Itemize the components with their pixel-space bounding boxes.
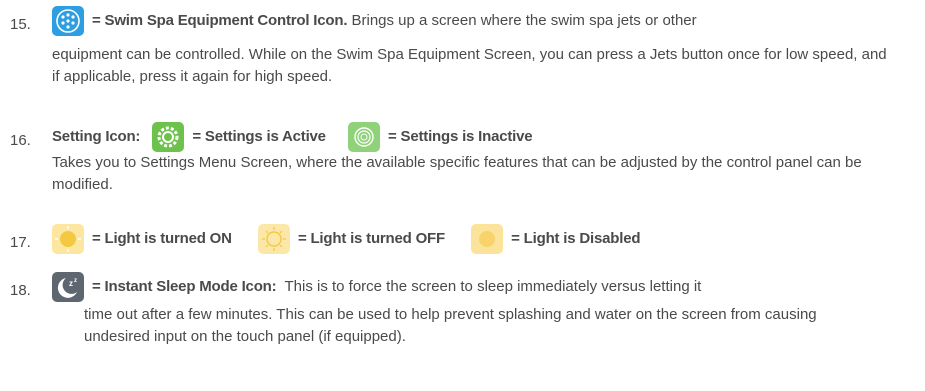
- item-number: 15.: [10, 16, 31, 33]
- list-item-17: 17. = Light is turned ON = Light is turn…: [10, 222, 905, 262]
- settings-active-label: = Settings is Active: [192, 127, 326, 145]
- settings-inactive-icon: [348, 122, 380, 152]
- instant-sleep-icon: z z: [52, 272, 84, 302]
- item-number: 16.: [10, 132, 31, 149]
- settings-active-icon: [152, 122, 185, 152]
- item-17-line: = Light is turned ON = Light is turned O…: [52, 224, 641, 254]
- settings-inactive-label: = Settings is Inactive: [388, 127, 533, 145]
- item-15-first-line: = Swim Spa Equipment Control Icon. Bring…: [52, 6, 697, 36]
- item-title: = Swim Spa Equipment Control Icon.: [92, 11, 348, 29]
- item-text: This is to force the screen to sleep imm…: [276, 277, 702, 295]
- item-title: = Instant Sleep Mode Icon:: [92, 277, 277, 295]
- svg-text:z: z: [69, 279, 73, 288]
- light-disabled-icon: [471, 224, 504, 254]
- setting-label: Setting Icon:: [52, 127, 141, 145]
- light-on-label: = Light is turned ON: [92, 229, 232, 247]
- instruction-page: 15. = Swim Spa Equipment Control Icon. B…: [0, 0, 925, 391]
- item-number: 17.: [10, 234, 31, 251]
- item-16-first-line: Setting Icon: = Settings is Active = Set…: [52, 122, 533, 152]
- item-text: Brings up a screen where the swim spa je…: [347, 11, 697, 29]
- light-off-icon: [257, 224, 290, 254]
- light-off-label: = Light is turned OFF: [297, 229, 445, 247]
- list-item-15: 15. = Swim Spa Equipment Control Icon. B…: [10, 6, 905, 106]
- item-18-first-line: z z = Instant Sleep Mode Icon: This is t…: [52, 272, 701, 302]
- item-description: equipment can be controlled. While on th…: [52, 46, 887, 85]
- swim-spa-equipment-icon: [52, 6, 84, 36]
- light-disabled-label: = Light is Disabled: [511, 229, 641, 247]
- list-item-16: 16. Setting Icon: = Settings is Active =…: [10, 112, 905, 212]
- list-item-18: 18. z z = Instant Sleep Mode Icon: This …: [10, 270, 905, 380]
- item-description: time out after a few minutes. This can b…: [84, 306, 817, 345]
- item-number: 18.: [10, 282, 31, 299]
- item-description: Takes you to Settings Menu Screen, where…: [52, 154, 862, 193]
- light-on-icon: [52, 224, 84, 254]
- svg-text:z: z: [74, 278, 77, 284]
